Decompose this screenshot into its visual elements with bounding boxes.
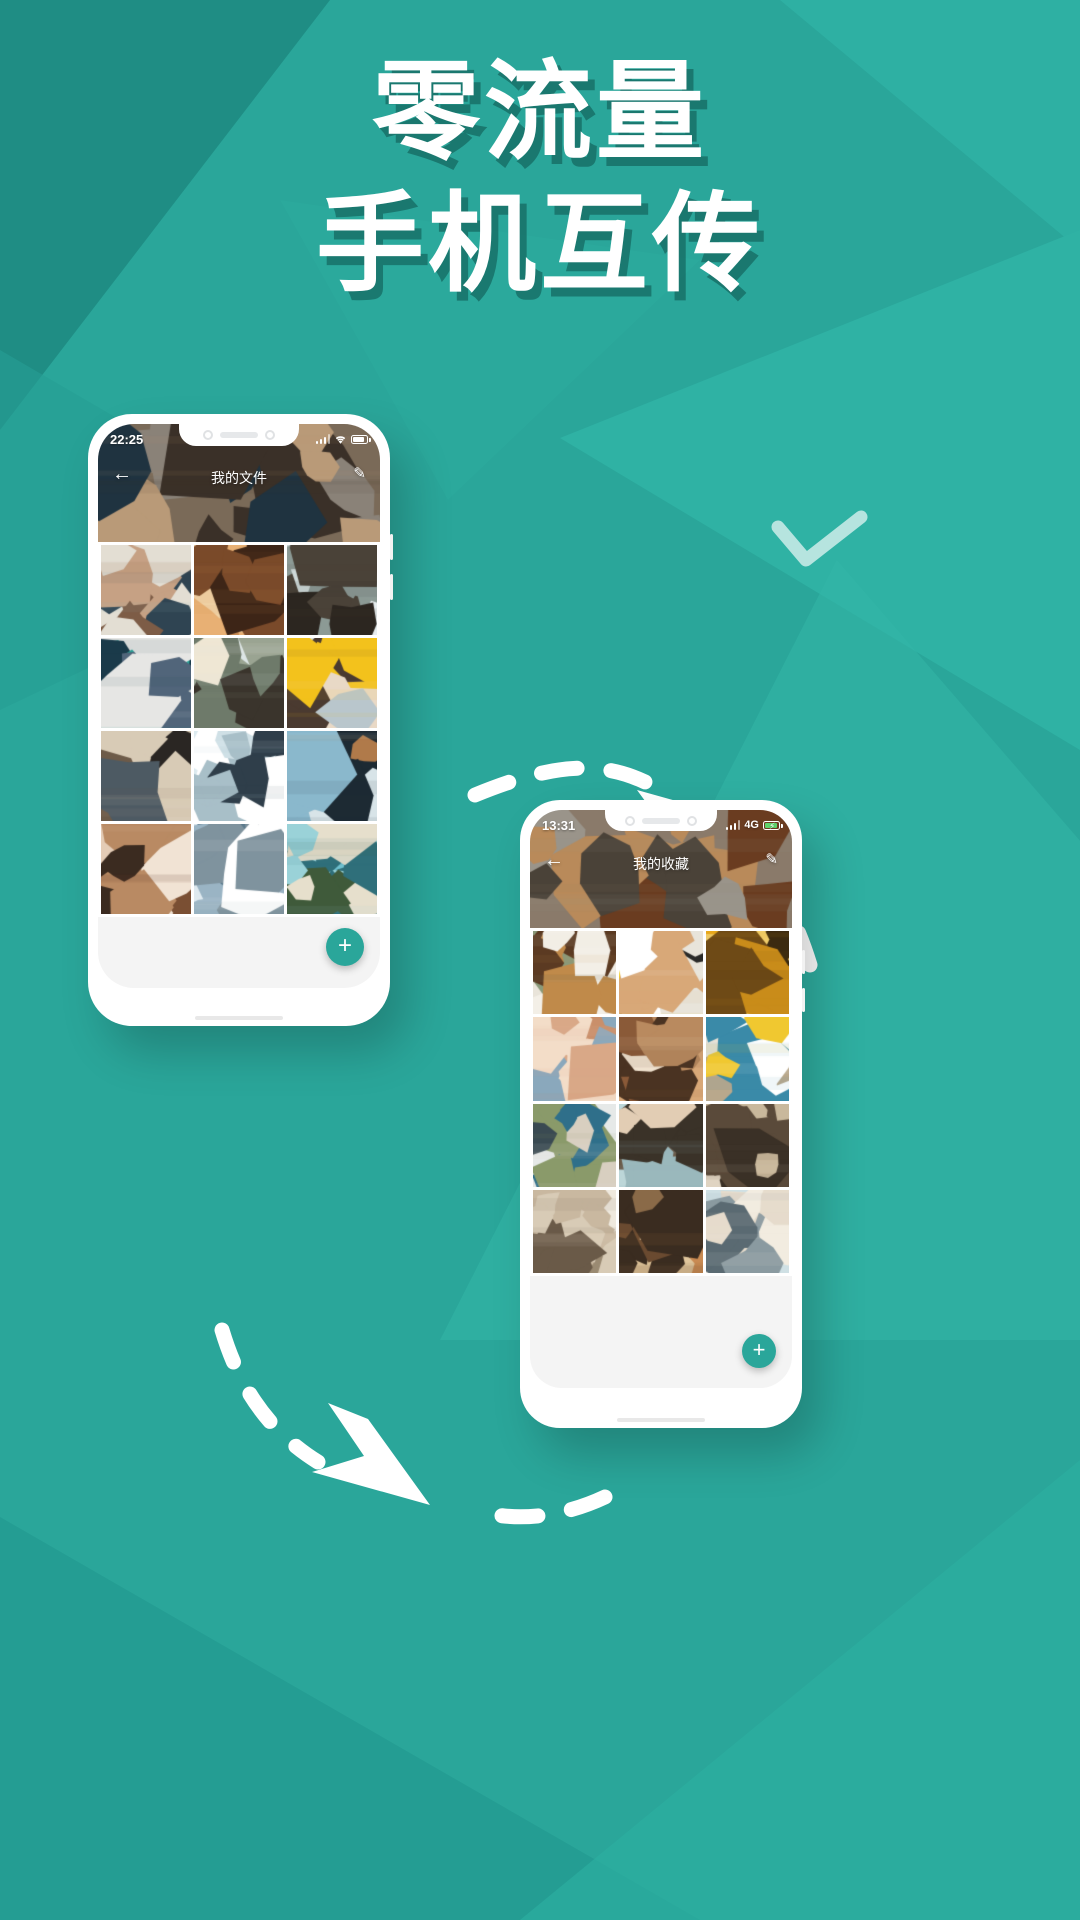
- phone-right-photo-grid: [530, 928, 792, 1277]
- bg-facet-bottom-right: [520, 1460, 1080, 1920]
- gallery-thumbnail[interactable]: [705, 1190, 789, 1274]
- phone-left-add-button[interactable]: +: [326, 928, 364, 966]
- gallery-thumbnail[interactable]: [705, 1017, 789, 1101]
- signal-bars-icon: [315, 434, 330, 444]
- phone-left: 22:25 ← 我的文件 ✎ +: [88, 414, 393, 1026]
- gallery-thumbnail[interactable]: [705, 931, 789, 1015]
- phone-right-screen: 13:31 4G ⚡ ← 我的收藏 ✎ +: [530, 810, 792, 1388]
- battery-icon: [351, 434, 371, 444]
- gallery-thumbnail[interactable]: [101, 638, 191, 728]
- network-type-label: 4G: [744, 819, 759, 831]
- gallery-thumbnail[interactable]: [619, 1190, 703, 1274]
- gallery-thumbnail[interactable]: [619, 1103, 703, 1188]
- phone-right-status-icons: 4G ⚡: [725, 819, 783, 831]
- phone-right-side-button-up[interactable]: [802, 950, 805, 974]
- phone-right-title: 我的收藏: [633, 856, 689, 872]
- gallery-thumbnail[interactable]: [533, 1190, 617, 1274]
- phone-left-edit-button[interactable]: ✎: [353, 466, 366, 481]
- gallery-thumbnail[interactable]: [533, 1017, 617, 1101]
- gallery-thumbnail[interactable]: [287, 545, 377, 635]
- gallery-thumbnail[interactable]: [533, 1103, 617, 1188]
- phone-left-clock: 22:25: [110, 431, 144, 447]
- phone-left-screen: 22:25 ← 我的文件 ✎ +: [98, 424, 380, 988]
- phone-right-home-indicator: [617, 1418, 705, 1422]
- phone-right-edit-button[interactable]: ✎: [765, 852, 778, 867]
- charging-bolt-icon: ⚡: [769, 820, 776, 831]
- phone-right-status-bar: 13:31 4G ⚡: [530, 810, 792, 840]
- phone-left-home-indicator: [195, 1016, 283, 1020]
- gallery-thumbnail[interactable]: [194, 545, 284, 635]
- gallery-thumbnail[interactable]: [101, 824, 191, 914]
- gallery-thumbnail[interactable]: [194, 824, 284, 914]
- gallery-thumbnail[interactable]: [533, 931, 617, 1015]
- phone-left-status-bar: 22:25: [98, 424, 380, 454]
- phone-left-side-button-down[interactable]: [390, 574, 393, 600]
- gallery-thumbnail[interactable]: [619, 931, 703, 1015]
- phone-right-side-button-down[interactable]: [802, 988, 805, 1012]
- gallery-thumbnail[interactable]: [194, 638, 284, 728]
- gallery-thumbnail[interactable]: [101, 545, 191, 635]
- gallery-thumbnail[interactable]: [619, 1017, 703, 1101]
- phone-left-photo-grid: [98, 542, 380, 917]
- gallery-thumbnail[interactable]: [101, 731, 191, 821]
- gallery-thumbnail[interactable]: [705, 1103, 789, 1188]
- bg-facet-top-right: [780, 0, 1080, 250]
- battery-charging-icon: ⚡: [763, 820, 783, 831]
- signal-bars-icon: [725, 820, 741, 830]
- phone-right-add-button[interactable]: +: [742, 1334, 776, 1368]
- gallery-thumbnail[interactable]: [287, 824, 377, 914]
- phone-left-status-icons: [315, 434, 371, 445]
- bg-facet-top-left: [0, 0, 330, 430]
- wifi-icon: [335, 435, 346, 444]
- gallery-thumbnail[interactable]: [287, 731, 377, 821]
- gallery-thumbnail[interactable]: [194, 731, 284, 821]
- gallery-thumbnail[interactable]: [287, 638, 377, 728]
- phone-right: 13:31 4G ⚡ ← 我的收藏 ✎ +: [520, 800, 805, 1428]
- phone-right-clock: 13:31: [542, 817, 576, 833]
- phone-left-side-button-up[interactable]: [390, 534, 393, 560]
- phone-left-title: 我的文件: [211, 470, 267, 486]
